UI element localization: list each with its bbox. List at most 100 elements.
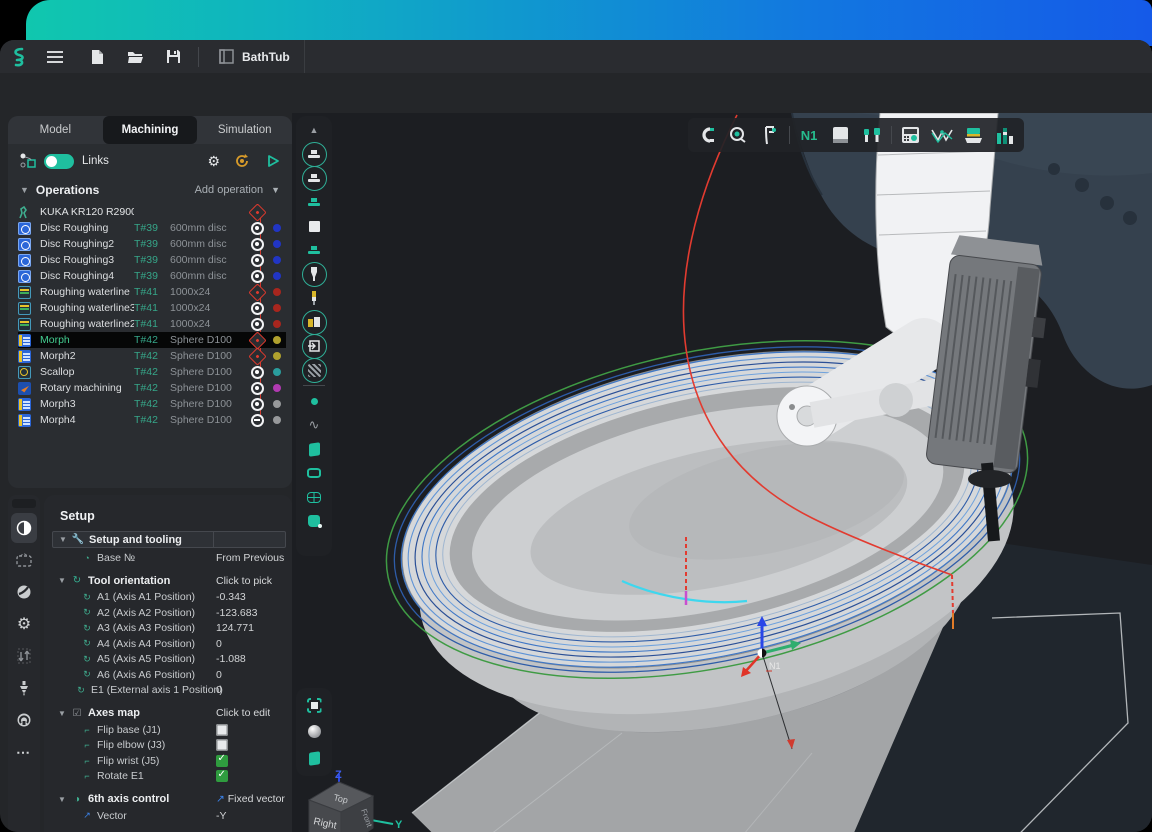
run-play-icon[interactable] xyxy=(266,154,280,168)
workpiece-block-icon[interactable] xyxy=(828,123,852,147)
operation-row[interactable]: Morph4T#42Sphere D100 xyxy=(18,412,286,428)
app-logo-icon[interactable] xyxy=(6,45,32,69)
chevron-down-icon[interactable]: ▼ xyxy=(20,185,29,195)
section-setup-and-tooling[interactable]: ▼ 🔧 Setup and tooling xyxy=(52,531,286,548)
measure-probe-icon[interactable] xyxy=(726,123,750,147)
row-e1[interactable]: ↻E1 (External axis 1 Position)0 xyxy=(44,683,292,699)
show-cylinder-icon[interactable] xyxy=(300,509,328,533)
show-toolholder-icon[interactable] xyxy=(300,166,328,190)
status-disabled-icon[interactable] xyxy=(251,414,264,427)
selection-box-icon[interactable] xyxy=(11,545,37,575)
operation-row[interactable]: Disc Roughing4T#39600mm disc xyxy=(18,268,286,284)
show-mesh-icon[interactable] xyxy=(300,358,328,382)
magnet-snap-icon[interactable] xyxy=(695,123,719,147)
chevron-down-icon[interactable]: ▼ xyxy=(58,795,70,804)
operation-row[interactable]: Morph2T#42Sphere D100 xyxy=(18,348,286,364)
add-operation-caret[interactable]: ▼ xyxy=(271,185,280,195)
status-target-icon[interactable] xyxy=(251,398,264,411)
show-holder-small-icon[interactable] xyxy=(300,190,328,214)
cube-body[interactable]: Top Right Front xyxy=(309,782,374,832)
show-mesh-sphere-icon[interactable] xyxy=(300,485,328,509)
row-flip-base[interactable]: ⌐Flip base (J1) xyxy=(44,722,292,738)
hamburger-menu-icon[interactable] xyxy=(40,45,70,69)
tool-pair-icon[interactable] xyxy=(860,123,884,147)
checkbox-unchecked[interactable] xyxy=(216,739,228,751)
control-panel-icon[interactable] xyxy=(899,123,923,147)
chevron-down-icon[interactable]: ▼ xyxy=(58,709,70,718)
robot-row[interactable]: KUKA KR120 R2900 xyxy=(18,204,286,220)
recalculate-icon[interactable] xyxy=(234,153,250,169)
row-a4[interactable]: ↻A4 (Axis A4 Position)0 xyxy=(44,636,292,652)
links-toggle[interactable] xyxy=(44,154,74,169)
row-a6[interactable]: ↻A6 (Axis A6 Position)0 xyxy=(44,667,292,683)
row-a3[interactable]: ↻A3 (Axis A3 Position)124.771 xyxy=(44,621,292,637)
caliper-icon[interactable] xyxy=(758,123,782,147)
row-rotate-e1[interactable]: ⌐Rotate E1 xyxy=(44,769,292,785)
chevron-down-icon[interactable]: ▼ xyxy=(59,535,71,544)
show-surface-flag-icon[interactable] xyxy=(300,437,328,461)
section-6th-axis-control[interactable]: ▼ ◑ 6th axis control ↗ Fixed vector xyxy=(44,790,292,808)
levels-arrows-icon[interactable] xyxy=(11,641,37,671)
fit-to-screen-icon[interactable] xyxy=(300,693,328,717)
status-target-icon[interactable] xyxy=(251,222,264,235)
operation-row[interactable]: Roughing waterlineT#411000x24 xyxy=(18,284,286,300)
tool-drill-icon[interactable] xyxy=(11,673,37,703)
row-a5[interactable]: ↻A5 (Axis A5 Position)-1.088 xyxy=(44,652,292,668)
show-fixture-icon[interactable] xyxy=(300,310,328,334)
new-file-icon[interactable] xyxy=(82,45,112,69)
chevron-down-icon[interactable]: ▼ xyxy=(58,576,70,585)
save-file-icon[interactable] xyxy=(158,45,188,69)
layers-stack-icon[interactable] xyxy=(961,123,985,147)
statistics-bars-icon[interactable] xyxy=(993,123,1017,147)
parameters-gear-icon[interactable]: ⚙ xyxy=(11,609,37,639)
section-tool-orientation[interactable]: ▼ ↻ Tool orientation Click to pick xyxy=(44,572,292,590)
add-operation-button[interactable]: Add operation xyxy=(195,184,264,196)
operation-row[interactable]: ScallopT#42Sphere D100 xyxy=(18,364,286,380)
status-target-icon[interactable] xyxy=(251,302,264,315)
operation-row[interactable]: Roughing waterline2T#411000x24 xyxy=(18,316,286,332)
show-tool-bit-icon[interactable] xyxy=(300,286,328,310)
project-tab[interactable]: BathTub xyxy=(205,40,305,73)
tab-simulation[interactable]: Simulation xyxy=(197,116,292,144)
view-cube[interactable]: Z Y X Top Right Front xyxy=(295,768,405,832)
checkbox-checked[interactable] xyxy=(216,770,228,782)
point-display-icon[interactable] xyxy=(300,389,328,413)
row-vector[interactable]: ↗Vector-Y xyxy=(44,808,292,824)
more-ellipsis-icon[interactable]: ⋯ xyxy=(11,737,37,767)
show-machine-icon[interactable] xyxy=(300,142,328,166)
show-tool-icon[interactable] xyxy=(300,262,328,286)
links-nodes-icon[interactable] xyxy=(20,153,36,169)
checkbox-checked[interactable] xyxy=(216,755,228,767)
status-target-icon[interactable] xyxy=(251,366,264,379)
row-base[interactable]: ◔ Base № From Previous xyxy=(44,550,292,566)
lead-in-icon[interactable] xyxy=(11,705,37,735)
collapse-up-icon[interactable]: ▲ xyxy=(300,118,328,142)
status-diamond-icon[interactable] xyxy=(248,203,266,221)
shaded-view-icon[interactable] xyxy=(300,720,328,744)
show-band-icon[interactable] xyxy=(300,461,328,485)
viewport-3d[interactable]: N1 xyxy=(292,113,1152,832)
n1-program-button[interactable]: N1 xyxy=(797,123,821,147)
status-diamond-icon[interactable] xyxy=(248,347,266,365)
operation-row[interactable]: Morph3T#42Sphere D100 xyxy=(18,396,286,412)
row-a2[interactable]: ↻A2 (Axis A2 Position)-123.683 xyxy=(44,605,292,621)
show-stock-box-icon[interactable] xyxy=(300,334,328,358)
toolpath-graph-icon[interactable] xyxy=(930,123,954,147)
checkbox-unchecked[interactable] xyxy=(216,724,228,736)
status-diamond-icon[interactable] xyxy=(248,283,266,301)
operation-row[interactable]: Rotary machiningT#42Sphere D100 xyxy=(18,380,286,396)
tab-model[interactable]: Model xyxy=(8,116,103,144)
status-target-icon[interactable] xyxy=(251,318,264,331)
show-holder-teal-icon[interactable] xyxy=(300,238,328,262)
operation-row[interactable]: Disc Roughing3T#39600mm disc xyxy=(18,252,286,268)
setup-target-icon[interactable] xyxy=(11,513,37,543)
operation-row[interactable]: Disc Roughing2T#39600mm disc xyxy=(18,236,286,252)
section-axes-map[interactable]: ▼ ☑ Axes map Click to edit xyxy=(44,704,292,722)
row-flip-elbow[interactable]: ⌐Flip elbow (J3) xyxy=(44,738,292,754)
open-file-icon[interactable] xyxy=(120,45,150,69)
tab-machining[interactable]: Machining xyxy=(103,116,198,144)
status-target-icon[interactable] xyxy=(251,382,264,395)
status-target-icon[interactable] xyxy=(251,254,264,267)
status-target-icon[interactable] xyxy=(251,270,264,283)
operation-row[interactable]: Disc RoughingT#39600mm disc xyxy=(18,220,286,236)
